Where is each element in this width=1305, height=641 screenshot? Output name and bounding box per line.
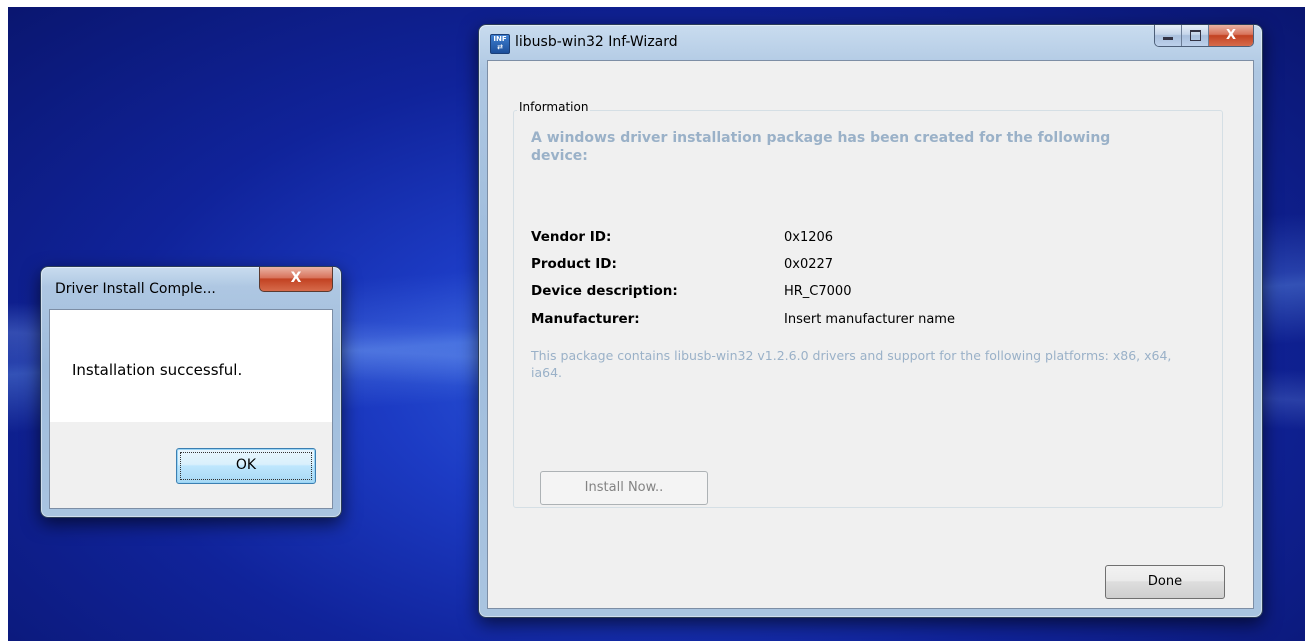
window-title: libusb-win32 Inf-Wizard (515, 34, 678, 50)
package-created-headline: A windows driver installation package ha… (531, 130, 1111, 164)
minimize-button[interactable] (1155, 25, 1181, 46)
ok-button[interactable]: OK (176, 448, 316, 484)
window-client-area: Information A windows driver installatio… (487, 60, 1254, 609)
dialog-close-button[interactable]: X (259, 267, 333, 292)
maximize-button[interactable] (1181, 25, 1208, 46)
close-button[interactable]: X (1208, 25, 1253, 46)
inf-wizard-window: INF ⇄ libusb-win32 Inf-Wizard X Informat… (478, 24, 1263, 618)
focus-rectangle (180, 452, 312, 480)
package-platforms-note: This package contains libusb-win32 v1.2.… (531, 348, 1172, 380)
dialog-client-area: Installation successful. OK (49, 309, 333, 509)
device-description-value: HR_C7000 (784, 284, 852, 299)
groupbox-title: Information (517, 100, 591, 114)
information-groupbox (513, 110, 1223, 508)
driver-install-dialog: Driver Install Comple... X Installation … (40, 266, 342, 518)
minimize-icon (1163, 37, 1173, 40)
dialog-message: Installation successful. (72, 361, 243, 379)
dialog-title: Driver Install Comple... (55, 281, 216, 297)
window-caption-buttons: X (1154, 25, 1254, 47)
maximize-icon (1190, 30, 1201, 41)
manufacturer-value: Insert manufacturer name (784, 312, 955, 327)
vendor-id-value: 0x1206 (784, 230, 834, 245)
product-id-label: Product ID: (531, 256, 617, 272)
done-button[interactable]: Done (1105, 565, 1225, 599)
vendor-id-label: Vendor ID: (531, 229, 612, 245)
dialog-message-panel: Installation successful. (50, 310, 332, 422)
product-id-value: 0x0227 (784, 257, 834, 272)
install-now-button[interactable]: Install Now.. (540, 471, 708, 505)
device-description-label: Device description: (531, 283, 678, 299)
inf-wizard-app-icon: INF ⇄ (490, 34, 510, 54)
close-icon: X (290, 270, 302, 286)
manufacturer-label: Manufacturer: (531, 311, 640, 327)
close-icon: X (1225, 28, 1237, 43)
